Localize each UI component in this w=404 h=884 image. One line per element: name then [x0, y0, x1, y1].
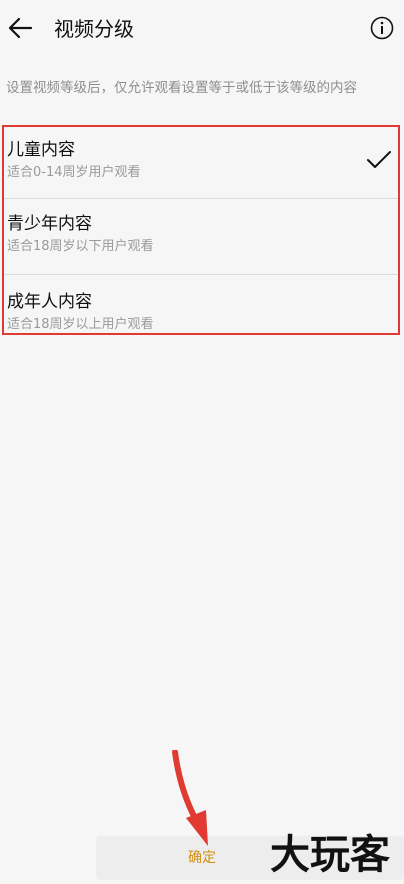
option-adult[interactable]: 成年人内容 适合18周岁以上用户观看 [4, 275, 398, 351]
option-subtitle: 适合18周岁以下用户观看 [7, 239, 154, 254]
info-button[interactable] [370, 16, 394, 40]
option-title: 成年人内容 [7, 292, 92, 312]
red-arrow-annotation [172, 750, 208, 846]
info-circle-icon [370, 16, 394, 40]
top-bar: 视频分级 [0, 0, 404, 58]
back-button[interactable] [6, 14, 34, 42]
confirm-button[interactable]: 确定 [170, 846, 234, 870]
option-children[interactable]: 儿童内容 适合0-14周岁用户观看 [4, 127, 398, 203]
arrow-left-icon [8, 17, 33, 39]
rating-description: 设置视频等级后，仅允许观看设置等于或低于该等级的内容 [6, 80, 357, 96]
option-subtitle: 适合18周岁以上用户观看 [7, 317, 154, 332]
page-title: 视频分级 [54, 17, 134, 41]
option-subtitle: 适合0-14周岁用户观看 [7, 165, 141, 180]
rating-options-highlight: 儿童内容 适合0-14周岁用户观看 青少年内容 适合18周岁以下用户观看 成年人… [2, 125, 400, 335]
option-teen[interactable]: 青少年内容 适合18周岁以下用户观看 [4, 199, 398, 275]
checkmark-icon [367, 151, 391, 168]
watermark-logo: 大玩客 [270, 832, 390, 878]
option-title: 儿童内容 [7, 140, 75, 160]
option-title: 青少年内容 [7, 214, 92, 234]
